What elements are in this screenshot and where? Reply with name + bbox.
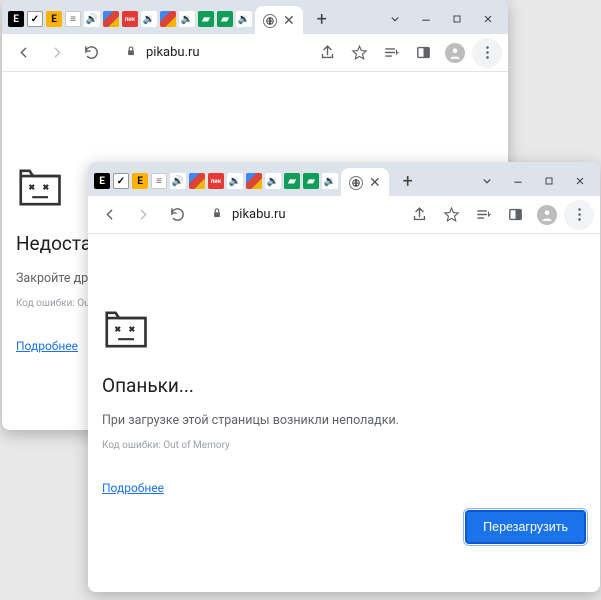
extension-icon[interactable]: 🔉 [265,173,281,189]
avatar-icon [445,43,465,63]
sad-folder-icon [102,304,152,348]
extension-icon[interactable]: 🔉 [227,173,243,189]
menu-button[interactable] [564,200,594,230]
globe-icon [263,14,277,28]
extension-icon[interactable] [189,173,205,189]
side-panel-button[interactable] [500,200,530,230]
toolbar: pikabu.ru [88,196,600,234]
extension-icon[interactable]: E [132,173,148,189]
extension-icon[interactable]: ▰ [217,11,233,27]
back-button[interactable] [8,38,38,68]
extension-icon[interactable]: пик [122,11,138,27]
details-link[interactable]: Подробнее [16,339,78,353]
tab-strip: E✓E≡🔊пик🔉🔉▰▰🔉 ✕ + [2,0,508,34]
address-bar[interactable]: pikabu.ru [114,39,210,67]
share-button[interactable] [404,200,434,230]
extension-icon[interactable]: 🔉 [236,11,252,27]
close-tab-icon[interactable]: ✕ [283,13,295,29]
details-link[interactable]: Подробнее [102,481,164,495]
toolbar: pikabu.ru [2,34,508,72]
extension-icon[interactable]: E [94,173,110,189]
extension-icon[interactable]: E [8,11,24,27]
extension-icon[interactable]: пик [208,173,224,189]
extension-icon[interactable]: ▰ [284,173,300,189]
minimize-button[interactable] [412,6,440,32]
tabs-dropdown-button[interactable] [473,168,501,194]
extension-icon[interactable]: ≡ [151,173,167,189]
address-bar[interactable]: pikabu.ru [200,201,296,229]
close-tab-icon[interactable]: ✕ [369,175,381,191]
maximize-button[interactable] [535,168,563,194]
extension-icon[interactable] [160,11,176,27]
bookmark-button[interactable] [344,38,374,68]
new-tab-button[interactable]: + [310,7,334,31]
extension-icon[interactable]: 🔉 [179,11,195,27]
extension-icon[interactable]: 🔉 [322,173,338,189]
page-content: Опаньки... При загрузке этой страницы во… [88,234,600,592]
browser-window-front: E✓E≡🔊пик🔉🔉▰▰🔉 ✕ + pikabu.ru Опань [88,162,600,592]
close-window-button[interactable] [566,168,594,194]
url-text: pikabu.ru [146,45,200,60]
back-button[interactable] [94,200,124,230]
bookmark-button[interactable] [436,200,466,230]
url-text: pikabu.ru [232,207,286,222]
sad-folder-icon [16,162,66,206]
extension-icon[interactable]: 🔊 [84,11,100,27]
error-message: При загрузке этой страницы возникли непо… [102,413,586,428]
active-tab[interactable]: ✕ [341,168,389,198]
error-title: Опаньки... [102,374,586,397]
maximize-button[interactable] [443,6,471,32]
side-panel-button[interactable] [408,38,438,68]
lock-icon [124,44,138,62]
extension-icon[interactable]: ✓ [27,11,43,27]
extension-icon[interactable]: ▰ [303,173,319,189]
reading-list-button[interactable] [376,38,406,68]
error-code: Код ошибки: Out of Memory [102,440,586,451]
lock-icon [210,206,224,224]
extension-icon[interactable] [246,173,262,189]
reload-button[interactable] [162,200,192,230]
share-button[interactable] [312,38,342,68]
profile-button[interactable] [532,200,562,230]
forward-button[interactable] [42,38,72,68]
extension-icon[interactable] [103,11,119,27]
extension-icon[interactable]: ✓ [113,173,129,189]
minimize-button[interactable] [504,168,532,194]
extension-icon[interactable]: 🔊 [170,173,186,189]
tab-strip: E✓E≡🔊пик🔉🔉▰▰🔉 ✕ + [88,162,600,196]
extension-icon[interactable]: ≡ [65,11,81,27]
profile-button[interactable] [440,38,470,68]
tabs-dropdown-button[interactable] [381,6,409,32]
avatar-icon [537,205,557,225]
reload-page-button[interactable]: Перезагрузить [465,510,586,544]
globe-icon [349,176,363,190]
reload-button[interactable] [76,38,106,68]
forward-button[interactable] [128,200,158,230]
close-window-button[interactable] [474,6,502,32]
reading-list-button[interactable] [468,200,498,230]
extension-icon[interactable]: ▰ [198,11,214,27]
extension-icon[interactable]: 🔉 [141,11,157,27]
active-tab[interactable]: ✕ [255,6,303,36]
extension-icon[interactable]: E [46,11,62,27]
menu-button[interactable] [472,38,502,68]
new-tab-button[interactable]: + [396,169,420,193]
